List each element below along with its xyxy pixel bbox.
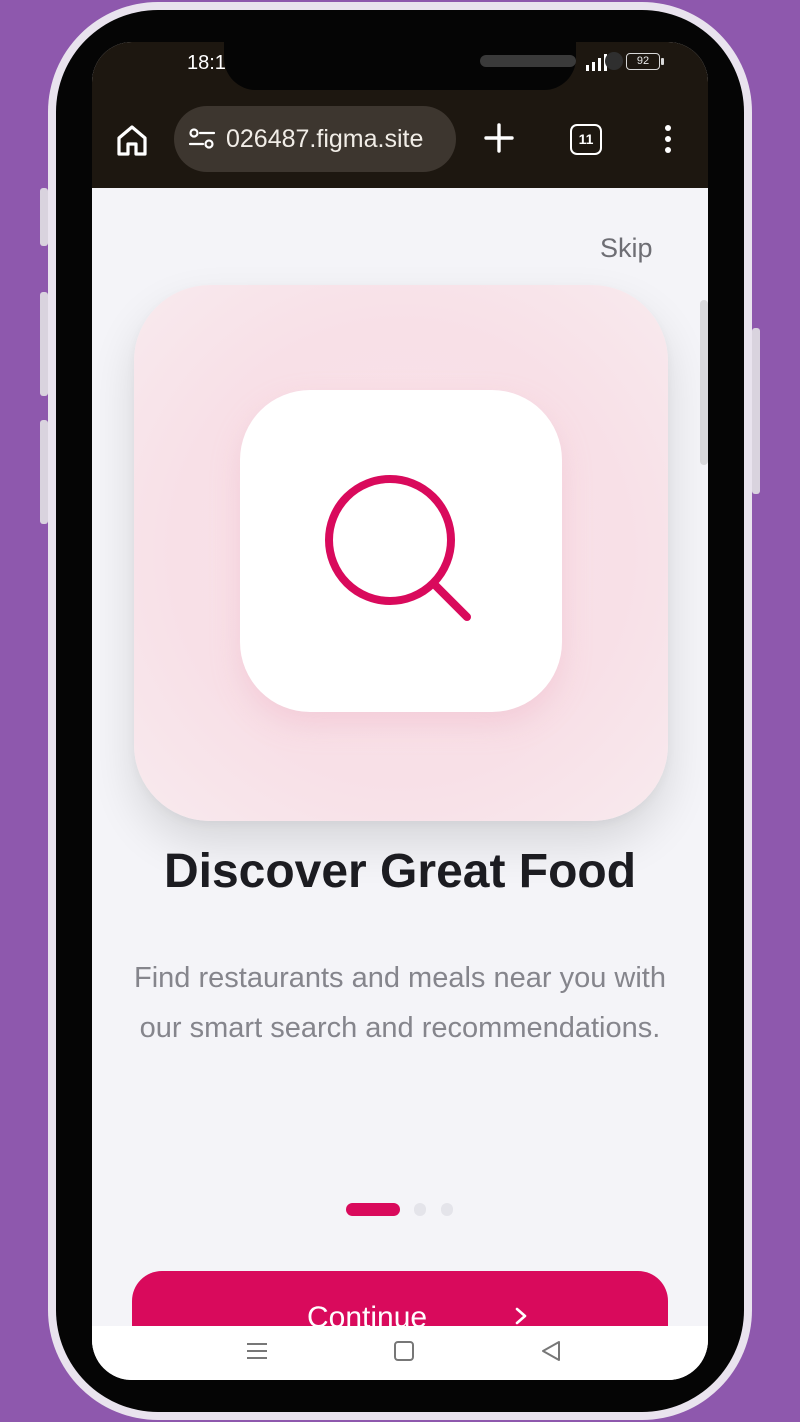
- search-icon: [325, 475, 471, 621]
- menu-dot: [665, 147, 671, 153]
- home-icon[interactable]: [114, 122, 150, 158]
- chevron-right-icon: [515, 1307, 527, 1325]
- status-time: 18:1: [187, 52, 226, 74]
- side-button: [752, 328, 760, 494]
- more-vert-icon[interactable]: [658, 122, 678, 156]
- onboarding-page: Skip Discover Great Food Find restaurant…: [92, 188, 708, 1380]
- front-camera: [605, 52, 623, 70]
- camera-notch: [224, 42, 623, 90]
- onboarding-title: Discover Great Food: [163, 845, 637, 898]
- pagination-dot-active[interactable]: [346, 1203, 400, 1216]
- side-button: [40, 188, 48, 246]
- menu-dot: [665, 125, 671, 131]
- system-nav-bar: [92, 1326, 708, 1380]
- menu-icon[interactable]: [244, 1338, 270, 1364]
- url-text[interactable]: 026487.figma.site: [226, 106, 446, 172]
- plus-icon[interactable]: [483, 122, 515, 154]
- hero-icon-tile: [240, 390, 562, 712]
- skip-button[interactable]: Skip: [600, 233, 653, 264]
- scrollbar-thumb[interactable]: [700, 300, 708, 465]
- onboarding-description: Find restaurants and meals near you with…: [134, 962, 666, 1044]
- site-settings-icon[interactable]: [188, 128, 216, 150]
- pagination-dot[interactable]: [414, 1203, 426, 1216]
- tabs-icon[interactable]: 11: [570, 124, 602, 155]
- hero-illustration: [134, 285, 668, 821]
- side-button: [40, 420, 48, 524]
- phone-screen: 18:1 92 026487.figma.site 11 Skip Discov…: [92, 42, 708, 1380]
- back-triangle-icon[interactable]: [538, 1338, 564, 1364]
- speaker-grille: [480, 55, 576, 67]
- browser-chrome-bar: 18:1 92 026487.figma.site 11: [92, 42, 708, 188]
- battery-icon: 92: [626, 53, 664, 70]
- pagination-dot[interactable]: [441, 1203, 453, 1216]
- url-bar[interactable]: 026487.figma.site: [174, 106, 456, 172]
- side-button: [40, 292, 48, 396]
- menu-dot: [665, 136, 671, 142]
- home-square-icon[interactable]: [391, 1338, 417, 1364]
